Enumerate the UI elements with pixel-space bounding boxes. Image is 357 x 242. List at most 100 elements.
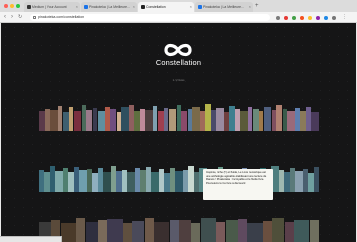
book-spine[interactable] [122, 169, 127, 192]
book-spine[interactable] [62, 111, 69, 131]
book-spine[interactable] [252, 108, 259, 131]
book-spine[interactable] [192, 106, 201, 131]
book-spine[interactable] [144, 218, 154, 242]
book-spine[interactable] [181, 110, 188, 131]
book-spine[interactable] [157, 111, 164, 131]
extension-icon[interactable] [276, 15, 280, 20]
book-spine[interactable] [74, 167, 79, 192]
book-spine[interactable] [98, 167, 103, 192]
book-spine[interactable] [39, 111, 46, 131]
book-spine[interactable] [85, 222, 98, 242]
book-spine[interactable] [300, 110, 307, 131]
maximize-window-button[interactable] [16, 4, 20, 8]
book-spine[interactable] [97, 111, 106, 131]
book-spine[interactable] [194, 172, 199, 192]
book-spine[interactable] [154, 222, 170, 242]
browser-tab-medium[interactable]: Medium | Your Account × [24, 2, 80, 12]
lock-icon [33, 16, 36, 19]
extension-icon[interactable] [300, 15, 304, 20]
book-spine[interactable] [86, 109, 93, 131]
book-spine[interactable] [60, 222, 77, 242]
book-spine[interactable] [200, 217, 217, 242]
book-spine[interactable] [247, 223, 263, 242]
book-spine[interactable] [205, 104, 212, 131]
book-spine[interactable] [146, 167, 151, 192]
tab-close-icon[interactable]: × [190, 2, 192, 12]
tab-close-icon[interactable]: × [133, 2, 135, 12]
browser-menu-icon[interactable]: ⋮ [342, 13, 347, 22]
book-spine[interactable] [216, 221, 226, 242]
book-spine[interactable] [115, 170, 122, 192]
book-spine[interactable] [98, 220, 108, 242]
book-spine[interactable] [107, 219, 123, 242]
reload-icon[interactable]: ↻ [18, 13, 22, 22]
tab-close-icon[interactable]: × [249, 2, 251, 12]
book-spine[interactable] [263, 106, 272, 131]
book-spine[interactable] [307, 172, 314, 192]
book-spine[interactable] [133, 110, 140, 131]
extension-icon[interactable] [324, 15, 328, 20]
book-spine[interactable] [309, 220, 319, 242]
book-spine[interactable] [103, 171, 111, 192]
plus-icon[interactable]: + [255, 2, 259, 11]
book-spine[interactable] [239, 110, 248, 131]
browser-tab-pinakoteka-1[interactable]: Pinakoteka | La Meilleure... × [81, 2, 137, 12]
book-spine[interactable] [187, 166, 194, 192]
book-spine[interactable] [263, 220, 273, 242]
book-spine[interactable] [290, 167, 295, 192]
book-spine[interactable] [216, 107, 224, 131]
book-spine[interactable] [191, 222, 201, 242]
book-spine[interactable] [163, 172, 170, 192]
book-spine[interactable] [179, 219, 192, 242]
book-spine[interactable] [50, 166, 55, 192]
book-spine[interactable] [276, 105, 283, 131]
book-spine[interactable] [55, 170, 63, 192]
book-spine[interactable] [151, 171, 159, 192]
book-spine[interactable] [287, 111, 295, 131]
forward-arrow-icon[interactable]: › [11, 13, 13, 22]
book-spine[interactable] [121, 107, 129, 131]
book-spine[interactable] [169, 220, 179, 242]
extension-icon[interactable] [284, 15, 288, 20]
tab-label: Pinakoteka | La Meilleure... [89, 5, 130, 9]
back-arrow-icon[interactable]: ‹ [4, 13, 6, 22]
book-spine[interactable] [228, 106, 235, 131]
book-spine[interactable] [127, 172, 135, 192]
infinity-icon [164, 43, 192, 57]
book-spine[interactable] [144, 109, 153, 131]
browser-tab-constellation[interactable]: Constellation × [138, 2, 194, 12]
book-spine[interactable] [132, 220, 145, 242]
book-spine[interactable] [272, 218, 285, 242]
book-spine[interactable] [110, 109, 117, 131]
book-spine[interactable] [43, 171, 50, 192]
book-spine[interactable] [283, 172, 290, 192]
book-spine[interactable] [91, 172, 98, 192]
book-spine[interactable] [225, 220, 238, 242]
book-spine[interactable] [311, 111, 319, 131]
page-title: Constellation [155, 58, 202, 67]
extension-icon[interactable] [332, 15, 336, 20]
book-spine[interactable] [168, 109, 177, 131]
browser-tab-pinakoteka-2[interactable]: Pinakoteka | La Meilleure... × [195, 2, 253, 12]
extension-icon[interactable] [316, 15, 320, 20]
book-spine[interactable] [123, 223, 133, 242]
book-spine[interactable] [314, 167, 319, 192]
close-window-button[interactable] [4, 4, 8, 8]
book-spine[interactable] [67, 172, 74, 192]
extension-icon[interactable] [308, 15, 312, 20]
extension-icon[interactable] [292, 15, 296, 20]
book-spine[interactable] [76, 217, 86, 242]
book-spine[interactable] [294, 219, 310, 242]
book-spine[interactable] [284, 222, 294, 242]
address-bar[interactable]: pinakoteka.com/constellation [30, 14, 270, 21]
book-spine[interactable] [238, 219, 248, 242]
book-spine[interactable] [50, 109, 58, 131]
book-spine[interactable] [79, 170, 87, 192]
book-spine[interactable] [175, 170, 183, 192]
tab-close-icon[interactable]: × [76, 2, 78, 12]
minimize-window-button[interactable] [10, 4, 14, 8]
book-spine[interactable] [295, 170, 303, 192]
book-spine[interactable] [170, 167, 175, 192]
book-spine[interactable] [73, 110, 82, 131]
book-spine[interactable] [139, 170, 146, 192]
